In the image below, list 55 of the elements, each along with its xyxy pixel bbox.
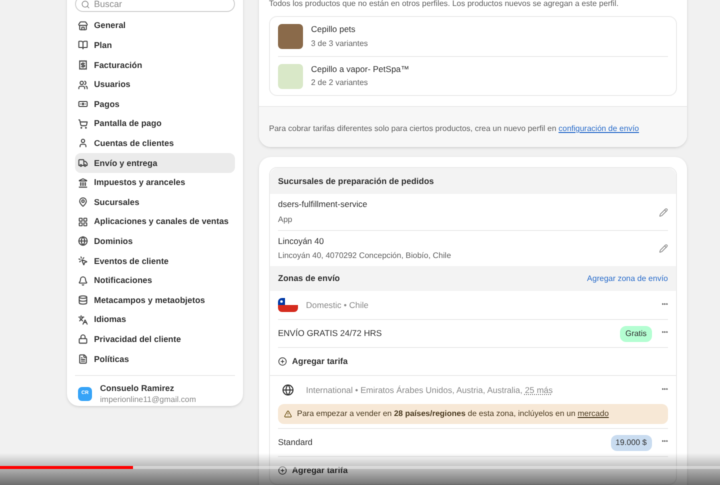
profile-description: Todos los productos que no están en otros perfiles. Los productos nuevos se agregan a este perfil. xyxy=(269,0,620,10)
product-photo-placeholder xyxy=(278,64,303,88)
sidebar-item[interactable]: Impuestos y aranceles xyxy=(75,172,235,192)
zones-title: Zonas de envío xyxy=(278,272,340,285)
edit-icon[interactable] xyxy=(659,244,668,253)
location-detail: Lincoyán 40, 4070292 Concepción, Biobío, Chile xyxy=(278,250,452,262)
price-badge: Gratis xyxy=(620,326,652,342)
market-link[interactable]: mercado xyxy=(578,409,609,418)
location-detail: App xyxy=(278,214,294,226)
user-email: imperionline11@gmail.com xyxy=(100,394,196,406)
sidebar-item[interactable]: Metacampos y metaobjetos xyxy=(75,290,235,310)
search-field[interactable]: Buscar xyxy=(75,0,235,12)
sidebar-item[interactable]: Aplicaciones y canales de ventas xyxy=(75,212,235,232)
warning-icon xyxy=(284,410,292,418)
shipping-settings-link[interactable]: configuración de envío xyxy=(558,124,639,133)
location-name: dsers-fulfillment-service xyxy=(278,198,368,211)
sidebar-item[interactable]: Pagos xyxy=(75,94,235,114)
add-rate-button[interactable]: Agregar tarifa xyxy=(278,355,348,368)
price-badge: 19.000 $ xyxy=(610,434,652,450)
warning-text: Para empezar a vender en 28 países/regiones de esta zona, inclúyelos en un mercado xyxy=(297,408,609,420)
sidebar-item[interactable]: General xyxy=(75,16,235,36)
sidebar-item[interactable]: Eventos de cliente xyxy=(75,251,235,271)
globe-icon xyxy=(282,384,294,396)
search-icon xyxy=(81,0,90,8)
add-zone-link[interactable]: Agregar zona de envío xyxy=(587,272,668,284)
zone-label: Domestic • Chile xyxy=(306,298,370,312)
add-icon xyxy=(278,466,287,475)
add-icon xyxy=(278,357,287,366)
product-variants: 3 de 3 variantes xyxy=(311,38,368,50)
sidebar-item[interactable]: Sucursales xyxy=(75,192,235,212)
user-name: Consuelo Ramirez xyxy=(100,382,176,394)
sidebar-item[interactable]: Usuarios xyxy=(75,74,235,94)
flag-icon xyxy=(278,298,298,312)
rate-name: ENVÍO GRATIS 24/72 HRS xyxy=(278,327,383,340)
product-name[interactable]: Cepillo a vapor- PetSpa™ xyxy=(311,62,410,76)
product-name[interactable]: Cepillo pets xyxy=(311,23,368,36)
add-rate-button[interactable]: Agregar tarifa xyxy=(278,464,348,477)
sidebar-item[interactable]: Cuentas de clientes xyxy=(75,134,235,154)
sidebar-item[interactable]: Pantalla de pago xyxy=(75,114,235,134)
product-variants: 2 de 2 variantes xyxy=(311,77,369,90)
sidebar-item[interactable]: Plan xyxy=(75,36,235,56)
product-photo-placeholder xyxy=(278,24,303,49)
rate-name: Standard xyxy=(278,436,314,449)
profile-footer-text: Para cobrar tarifas diferentes solo para ciertos productos, crea un nuevo perfil en configuración de envío xyxy=(269,124,639,133)
sidebar-item[interactable]: Políticas xyxy=(75,349,235,369)
sidebar-item[interactable]: Privacidad del cliente xyxy=(75,330,235,350)
zone-label: International • Emiratos Árabes Unidos, Austria, Australia, 25 más xyxy=(306,384,554,396)
sidebar-item[interactable]: Notificaciones xyxy=(75,270,235,290)
sidebar-item[interactable]: Facturación xyxy=(75,55,235,75)
locations-title: Sucursales de preparación de pedidos xyxy=(278,174,434,188)
sidebar-item[interactable]: Envío y entrega xyxy=(75,153,235,173)
sidebar-item[interactable]: Dominios xyxy=(75,232,235,252)
edit-icon[interactable] xyxy=(659,208,668,216)
location-name: Lincoyán 40 xyxy=(278,234,325,248)
sidebar-item[interactable]: Idiomas xyxy=(75,310,235,330)
